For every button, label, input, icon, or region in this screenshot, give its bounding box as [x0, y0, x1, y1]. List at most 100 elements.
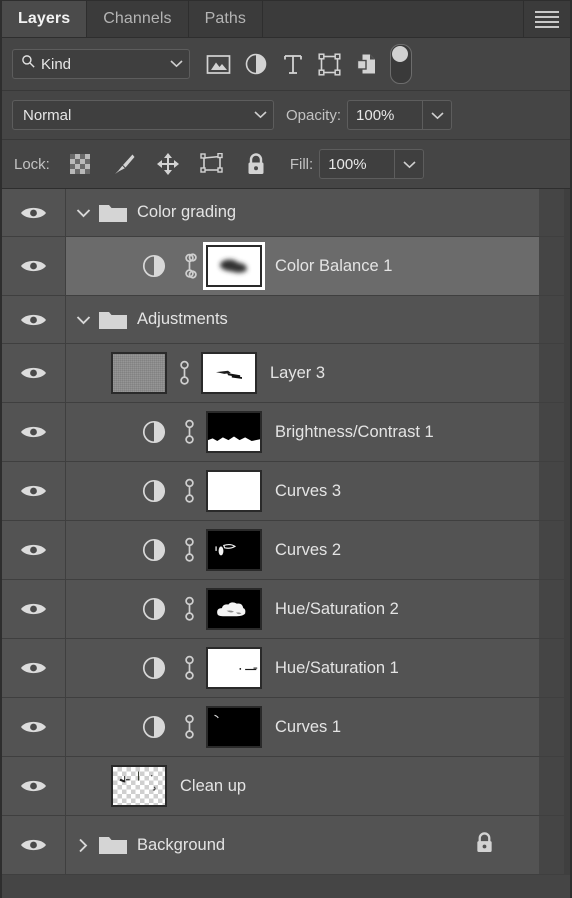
layer-name: Brightness/Contrast 1	[275, 422, 434, 441]
group-expand-chevron-down-icon[interactable]	[70, 208, 96, 218]
mask-link-icon[interactable]	[171, 360, 197, 386]
layer-row-brightness-contrast-1[interactable]: Brightness/Contrast 1	[2, 403, 570, 462]
layer-thumbnail-wrap	[107, 352, 171, 394]
layer-visibility-toggle[interactable]	[2, 639, 66, 697]
type-layer-filter-icon[interactable]	[274, 47, 311, 81]
layer-visibility-toggle[interactable]	[2, 462, 66, 520]
mask-thumbnail-wrap	[202, 588, 266, 630]
opacity-field[interactable]: 100%	[347, 100, 453, 130]
layer-row-layer-3[interactable]: Layer 3	[2, 344, 570, 403]
layer-row-body[interactable]: Layer 3	[66, 344, 539, 402]
layer-mask-thumbnail[interactable]	[206, 411, 262, 453]
lock-image-pixels-icon[interactable]	[102, 148, 146, 180]
layer-row-body[interactable]: Brightness/Contrast 1	[66, 403, 539, 461]
lock-transparent-pixels-icon[interactable]	[58, 148, 102, 180]
lock-position-icon[interactable]	[146, 148, 190, 180]
layer-mask-thumbnail[interactable]	[201, 352, 257, 394]
mask-link-icon[interactable]	[176, 419, 202, 445]
filter-enable-toggle[interactable]	[390, 44, 412, 84]
layer-row-color-grading[interactable]: Color grading	[2, 189, 570, 237]
layer-row-body[interactable]: Hue/Saturation 2	[66, 580, 539, 638]
mask-link-icon[interactable]	[176, 478, 202, 504]
layer-visibility-toggle[interactable]	[2, 344, 66, 402]
tab-channels[interactable]: Channels	[87, 1, 189, 37]
panel-menu-button[interactable]	[524, 1, 570, 37]
layer-visibility-toggle[interactable]	[2, 698, 66, 756]
layer-visibility-toggle[interactable]	[2, 403, 66, 461]
layer-list-scrollbar[interactable]	[564, 189, 570, 875]
pixel-layer-filter-icon[interactable]	[200, 47, 237, 81]
layer-row-hue-saturation-2[interactable]: Hue/Saturation 2	[2, 580, 570, 639]
lock-artboard-nesting-icon[interactable]	[190, 148, 234, 180]
mask-link-icon[interactable]	[176, 596, 202, 622]
layer-lock-icon[interactable]	[474, 831, 495, 860]
layer-row-color-balance-1[interactable]: Color Balance 1	[2, 237, 570, 296]
mask-link-icon[interactable]	[176, 537, 202, 563]
color-balance-adjustment-icon[interactable]	[132, 253, 176, 279]
mask-thumbnail-wrap	[197, 352, 261, 394]
tab-layers[interactable]: Layers	[2, 1, 88, 37]
layer-row-body[interactable]: Color grading	[66, 189, 539, 236]
smart-object-filter-icon[interactable]	[348, 47, 385, 81]
layer-mask-thumbnail[interactable]	[206, 647, 262, 689]
layer-name: Clean up	[180, 776, 247, 795]
layer-row-hue-saturation-1[interactable]: Hue/Saturation 1	[2, 639, 570, 698]
layer-mask-thumbnail[interactable]	[206, 529, 262, 571]
curves-adjustment-icon[interactable]	[132, 478, 176, 504]
adjustment-layer-filter-icon[interactable]	[237, 47, 274, 81]
layer-row-background[interactable]: Background	[2, 816, 570, 875]
fill-dropdown-arrow[interactable]	[394, 150, 423, 178]
search-icon	[21, 54, 36, 74]
opacity-value[interactable]: 100%	[348, 101, 422, 129]
layer-row-clean-up[interactable]: Clean up	[2, 757, 570, 816]
blend-mode-select[interactable]: Normal	[12, 100, 274, 130]
lock-all-icon[interactable]	[234, 148, 278, 180]
mask-link-icon[interactable]	[176, 655, 202, 681]
layer-visibility-toggle[interactable]	[2, 296, 66, 343]
layer-visibility-toggle[interactable]	[2, 237, 66, 295]
hue-saturation-adjustment-icon[interactable]	[132, 596, 176, 622]
layer-row-adjustments[interactable]: Adjustments	[2, 296, 570, 344]
layer-row-body[interactable]: Background	[66, 816, 539, 874]
layer-mask-thumbnail[interactable]	[206, 588, 262, 630]
curves-adjustment-icon[interactable]	[132, 714, 176, 740]
layer-row-curves-2[interactable]: Curves 2	[2, 521, 570, 580]
tab-channels-label: Channels	[103, 10, 172, 27]
layer-row-body[interactable]: Color Balance 1	[66, 237, 539, 295]
layer-row-body[interactable]: Hue/Saturation 1	[66, 639, 539, 697]
shape-layer-filter-icon[interactable]	[311, 47, 348, 81]
tab-paths[interactable]: Paths	[189, 1, 264, 37]
layer-row-body[interactable]: Clean up	[66, 757, 539, 815]
fill-value[interactable]: 100%	[320, 150, 394, 178]
group-expand-chevron-down-icon[interactable]	[70, 315, 96, 325]
layer-visibility-toggle[interactable]	[2, 521, 66, 579]
layer-row-curves-1[interactable]: Curves 1	[2, 698, 570, 757]
layer-thumbnail-wrap	[107, 765, 171, 807]
layer-visibility-toggle[interactable]	[2, 580, 66, 638]
layer-visibility-toggle[interactable]	[2, 189, 66, 236]
layer-thumbnail[interactable]	[111, 352, 167, 394]
layer-row-body[interactable]: Curves 2	[66, 521, 539, 579]
group-collapse-chevron-right-icon[interactable]	[70, 838, 96, 853]
mask-link-icon[interactable]	[176, 714, 202, 740]
layer-row-body[interactable]: Curves 1	[66, 698, 539, 756]
blend-mode-value: Normal	[23, 106, 72, 124]
mask-link-icon[interactable]	[176, 253, 202, 279]
layer-row-curves-3[interactable]: Curves 3	[2, 462, 570, 521]
eye-icon	[21, 426, 46, 438]
fill-field[interactable]: 100%	[319, 149, 425, 179]
layer-visibility-toggle[interactable]	[2, 757, 66, 815]
opacity-dropdown-arrow[interactable]	[422, 101, 451, 129]
layer-mask-thumbnail[interactable]	[203, 242, 265, 290]
layer-row-body[interactable]: Adjustments	[66, 296, 539, 343]
layer-mask-thumbnail[interactable]	[206, 470, 262, 512]
layer-visibility-toggle[interactable]	[2, 816, 66, 874]
layer-mask-thumbnail[interactable]	[206, 706, 262, 748]
hue-saturation-adjustment-icon[interactable]	[132, 655, 176, 681]
curves-adjustment-icon[interactable]	[132, 537, 176, 563]
eye-icon	[21, 839, 46, 851]
filter-kind-select[interactable]: Kind	[12, 49, 190, 79]
brightness-contrast-adjustment-icon[interactable]	[132, 419, 176, 445]
layer-row-body[interactable]: Curves 3	[66, 462, 539, 520]
layer-thumbnail[interactable]	[111, 765, 167, 807]
